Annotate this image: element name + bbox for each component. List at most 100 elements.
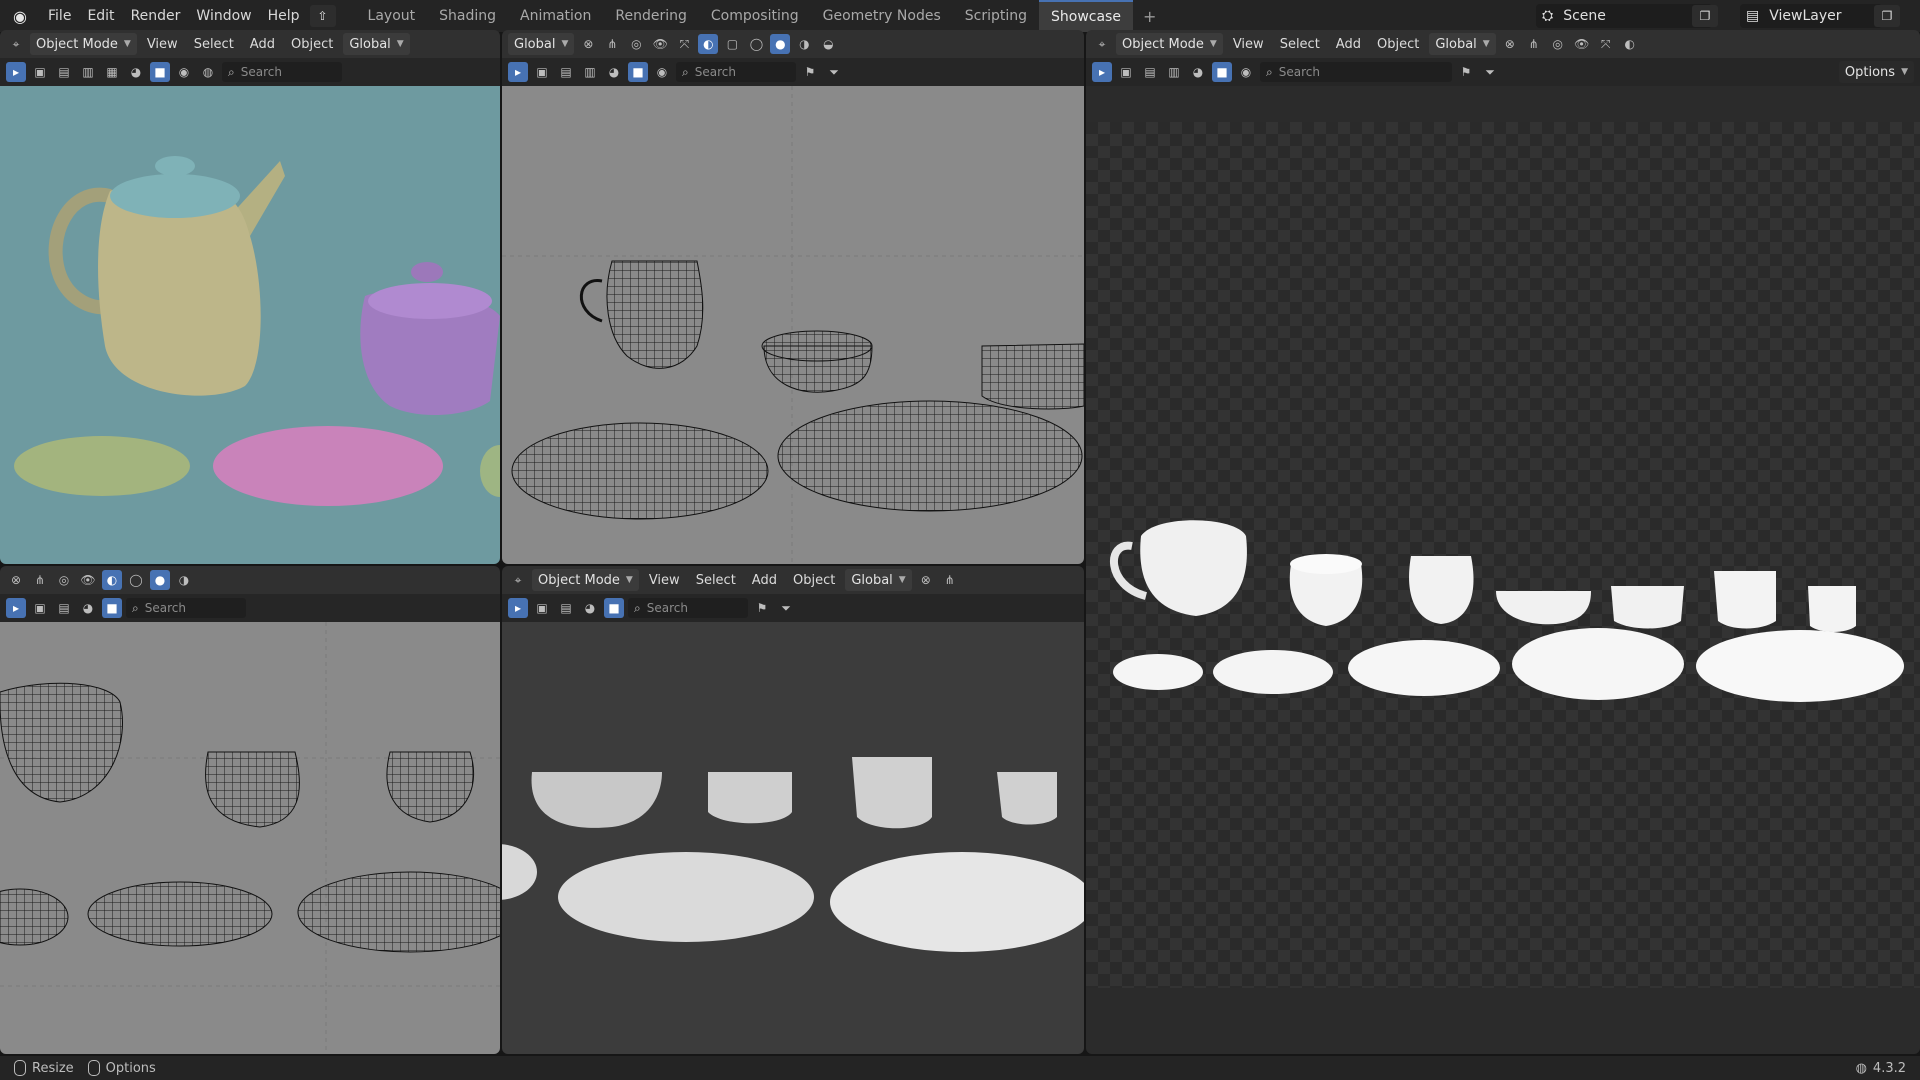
filter-mesh-icon[interactable]: ■ xyxy=(628,62,648,82)
select-menu[interactable]: Select xyxy=(1274,37,1326,52)
solid-shading-icon[interactable]: ● xyxy=(150,570,170,590)
object-menu[interactable]: Object xyxy=(285,37,339,52)
gizmo-icon[interactable]: ⤧ xyxy=(1596,34,1616,54)
new-view-layer-icon[interactable]: ❐ xyxy=(1874,5,1900,27)
select-tool-icon[interactable]: ▸ xyxy=(6,62,26,82)
options-dropdown[interactable]: Options ▼ xyxy=(1838,61,1914,83)
wireframe-shading-icon[interactable]: ◯ xyxy=(746,34,766,54)
search-input[interactable]: ⌕ Search xyxy=(222,62,342,82)
transform-orientation-dropdown[interactable]: Global ▼ xyxy=(343,33,410,55)
visibility-icon[interactable]: 👁 xyxy=(650,34,670,54)
select-tool-icon[interactable]: ▸ xyxy=(1092,62,1112,82)
object-menu[interactable]: Object xyxy=(1371,37,1425,52)
viewport-rendered[interactable]: ⌖ Object Mode ▼ View Select Add Object Gl… xyxy=(502,566,1084,1054)
mode-dropdown[interactable]: Object Mode ▼ xyxy=(532,569,639,591)
proportional-edit-icon[interactable]: ◎ xyxy=(626,34,646,54)
plate-wire-object[interactable] xyxy=(777,400,1083,512)
add-menu[interactable]: Add xyxy=(244,37,281,52)
filter-mesh-icon[interactable]: ■ xyxy=(604,598,624,618)
tab-layout[interactable]: Layout xyxy=(356,0,428,32)
add-workspace-button[interactable]: + xyxy=(1133,7,1166,26)
snap-icon[interactable]: ⋔ xyxy=(940,570,960,590)
wireframe-shading-icon[interactable]: ◯ xyxy=(126,570,146,590)
flat-plate-object[interactable] xyxy=(830,852,1084,952)
pivot-icon[interactable]: ⊗ xyxy=(1500,34,1520,54)
filter-camera-icon[interactable]: ◍ xyxy=(198,62,218,82)
select-menu[interactable]: Select xyxy=(690,573,742,588)
color-wheel-icon[interactable]: ◕ xyxy=(78,598,98,618)
material-shading-icon[interactable]: ◑ xyxy=(794,34,814,54)
small-mug-object[interactable] xyxy=(997,772,1057,825)
select-box-icon[interactable]: ▣ xyxy=(1116,62,1136,82)
editor-type-icon[interactable]: ⌖ xyxy=(1092,34,1112,54)
tab-compositing[interactable]: Compositing xyxy=(699,0,811,32)
menu-file[interactable]: File xyxy=(40,0,79,32)
deep-plate-render-object[interactable] xyxy=(1512,628,1684,700)
new-scene-icon[interactable]: ❐ xyxy=(1692,5,1718,27)
search-input[interactable]: ⌕ Search xyxy=(126,598,246,618)
viewport-camera[interactable]: ⌖ Object Mode ▼ View Select Add Object Gl… xyxy=(1086,30,1920,1054)
tab-shading[interactable]: Shading xyxy=(427,0,508,32)
menu-edit[interactable]: Edit xyxy=(79,0,122,32)
rendered-shading-icon[interactable]: ◒ xyxy=(818,34,838,54)
color-wheel-icon[interactable]: ◕ xyxy=(1188,62,1208,82)
filter-light-icon[interactable]: ◉ xyxy=(1236,62,1256,82)
mode-dropdown[interactable]: Object Mode ▼ xyxy=(1116,33,1223,55)
search-input[interactable]: ⌕ Search xyxy=(1260,62,1452,82)
plate-render-object[interactable] xyxy=(1348,640,1500,696)
select-mode-icon[interactable]: ▤ xyxy=(1140,62,1160,82)
select-tool-icon[interactable]: ▸ xyxy=(508,598,528,618)
overlay-icon[interactable]: ◐ xyxy=(1620,34,1640,54)
select-invert-icon[interactable]: ▦ xyxy=(102,62,122,82)
filter-light-icon[interactable]: ◉ xyxy=(652,62,672,82)
dinner-plate-render-object[interactable] xyxy=(1696,630,1904,702)
pivot-icon[interactable]: ⊗ xyxy=(916,570,936,590)
cup-object[interactable] xyxy=(708,772,792,824)
proportional-edit-icon[interactable]: ◎ xyxy=(1548,34,1568,54)
filter-icon[interactable]: ⏷ xyxy=(776,598,796,618)
menu-help[interactable]: Help xyxy=(260,0,308,32)
scene-selector[interactable]: ⛭ Scene ⚲ xyxy=(1536,4,1712,28)
tab-scripting[interactable]: Scripting xyxy=(953,0,1039,32)
small-mug-render-object[interactable] xyxy=(1808,586,1856,632)
editor-type-icon[interactable]: ⌖ xyxy=(508,570,528,590)
wireframe-canvas[interactable] xyxy=(502,86,1084,564)
view-menu[interactable]: View xyxy=(1227,37,1270,52)
tab-geometry-nodes[interactable]: Geometry Nodes xyxy=(811,0,953,32)
color-wheel-icon[interactable]: ◕ xyxy=(580,598,600,618)
editor-type-icon[interactable]: ⌖ xyxy=(6,34,26,54)
green-saucer-object[interactable] xyxy=(14,436,190,496)
menu-render[interactable]: Render xyxy=(123,0,189,32)
xray-icon[interactable]: ▢ xyxy=(722,34,742,54)
mug-object[interactable] xyxy=(852,757,932,829)
pink-plate-object[interactable] xyxy=(213,426,443,506)
select-mode-icon[interactable]: ▤ xyxy=(556,598,576,618)
viewport-wireframe-top[interactable]: Global ▼ ⊗ ⋔ ◎ 👁 ⤧ ◐ ▢ ◯ ● ◑ ◒ ▸ ▣ ▤ ▥ ◕ … xyxy=(502,30,1084,564)
filter-icon[interactable]: ⏷ xyxy=(1480,62,1500,82)
rendered-canvas[interactable] xyxy=(502,622,1084,1054)
select-subtract-icon[interactable]: ▥ xyxy=(580,62,600,82)
snap-icon[interactable]: ⋔ xyxy=(602,34,622,54)
filter-icon[interactable]: ⏷ xyxy=(824,62,844,82)
mug-render-object[interactable] xyxy=(1714,571,1776,629)
select-mode-icon[interactable]: ▤ xyxy=(556,62,576,82)
overlay-icon[interactable]: ◐ xyxy=(698,34,719,54)
filter-mesh-icon[interactable]: ■ xyxy=(1212,62,1232,82)
snap-icon[interactable]: ⋔ xyxy=(30,570,50,590)
object-menu[interactable]: Object xyxy=(787,573,841,588)
color-wheel-icon[interactable]: ◕ xyxy=(604,62,624,82)
view-menu[interactable]: View xyxy=(141,37,184,52)
viewport-solid[interactable]: ⌖ Object Mode ▼ View Select Add Object Gl… xyxy=(0,30,500,564)
camera-canvas[interactable] xyxy=(1086,86,1920,1054)
view-menu[interactable]: View xyxy=(643,573,686,588)
tab-showcase[interactable]: Showcase xyxy=(1039,0,1133,32)
transform-orientation-dropdown[interactable]: Global ▼ xyxy=(508,33,575,55)
filter-mesh-icon[interactable]: ■ xyxy=(150,62,170,82)
search-input[interactable]: ⌕ Search xyxy=(628,598,748,618)
wireframe-bottom-canvas[interactable] xyxy=(0,622,500,1054)
tab-rendering[interactable]: Rendering xyxy=(603,0,699,32)
pivot-icon[interactable]: ⊗ xyxy=(6,570,26,590)
menu-window[interactable]: Window xyxy=(188,0,259,32)
snap-icon[interactable]: ⋔ xyxy=(1524,34,1544,54)
bookmark-icon[interactable]: ⚑ xyxy=(1456,62,1476,82)
